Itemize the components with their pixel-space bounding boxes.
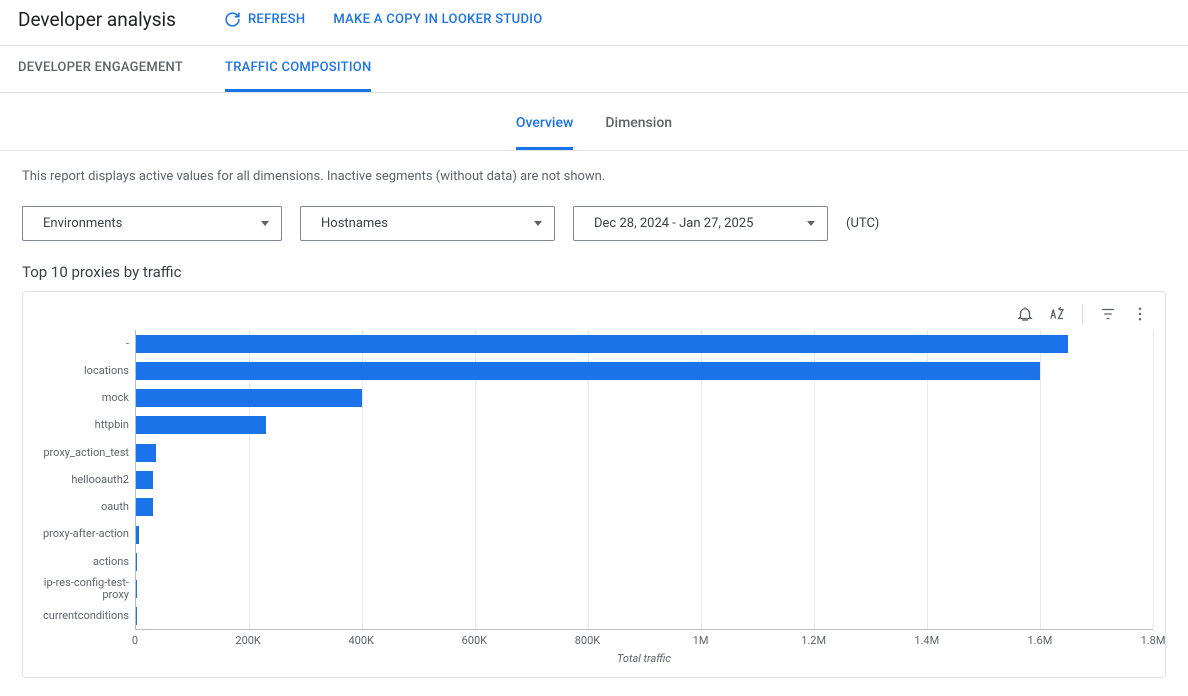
x-tick-label: 200K	[235, 634, 260, 647]
daterange-label: Dec 28, 2024 - Jan 27, 2025	[594, 216, 753, 231]
tab-overview[interactable]: Overview	[516, 93, 573, 150]
y-tick-label: ip-res-config-test-proxy	[35, 575, 135, 602]
y-tick-label: -	[35, 330, 135, 357]
bar	[136, 335, 1068, 353]
x-axis: 0200K400K600K800K1M1.2M1.4M1.6M1.8M	[135, 630, 1153, 648]
gridline	[1040, 330, 1041, 629]
chart-section-title: Top 10 proxies by traffic	[22, 263, 1166, 281]
chevron-down-icon	[534, 221, 542, 226]
bar	[136, 416, 266, 434]
bar	[136, 553, 137, 571]
x-axis-title: Total traffic	[135, 652, 1153, 665]
x-tick-label: 800K	[575, 634, 600, 647]
y-tick-label: locations	[35, 357, 135, 384]
x-tick-label: 600K	[462, 634, 487, 647]
bar	[136, 607, 137, 625]
y-tick-label: hellooauth2	[35, 466, 135, 493]
page-title: Developer analysis	[18, 8, 176, 31]
chart-toolbar	[35, 302, 1153, 330]
y-tick-label: oauth	[35, 494, 135, 521]
bar	[136, 444, 156, 462]
filters-row: Environments Hostnames Dec 28, 2024 - Ja…	[22, 206, 1166, 241]
hostnames-dropdown[interactable]: Hostnames	[300, 206, 555, 241]
bar	[136, 580, 137, 598]
environments-label: Environments	[43, 216, 122, 231]
y-tick-label: httpbin	[35, 412, 135, 439]
bell-icon[interactable]	[1016, 305, 1034, 323]
chevron-down-icon	[261, 221, 269, 226]
x-tick-label: 0	[132, 634, 138, 647]
copy-looker-label: Make a copy in Looker Studio	[333, 12, 542, 27]
refresh-label: Refresh	[248, 12, 305, 27]
sort-az-icon[interactable]	[1048, 305, 1066, 323]
y-axis-labels: -locationsmockhttpbinproxy_action_testhe…	[35, 330, 135, 630]
more-vert-icon[interactable]	[1131, 305, 1149, 323]
tab-developer-engagement[interactable]: Developer Engagement	[18, 46, 183, 92]
environments-dropdown[interactable]: Environments	[22, 206, 282, 241]
tab-dimension[interactable]: Dimension	[605, 93, 672, 150]
x-tick-label: 1.8M	[1141, 634, 1166, 647]
y-tick-label: actions	[35, 548, 135, 575]
x-tick-label: 1M	[693, 634, 709, 647]
y-tick-label: currentconditions	[35, 603, 135, 630]
toolbar-separator	[1082, 304, 1083, 324]
bar	[136, 389, 362, 407]
chart-plot: -locationsmockhttpbinproxy_action_testhe…	[35, 330, 1153, 630]
bar	[136, 471, 153, 489]
copy-looker-button[interactable]: Make a copy in Looker Studio	[333, 12, 542, 27]
chevron-down-icon	[807, 221, 815, 226]
bar	[136, 362, 1040, 380]
content-area: This report displays active values for a…	[0, 151, 1188, 696]
secondary-tabs: Overview Dimension	[0, 93, 1188, 151]
header-actions: Refresh Make a copy in Looker Studio	[224, 11, 543, 28]
gridline	[1153, 330, 1154, 629]
timezone-label: (UTC)	[846, 216, 879, 231]
bar	[136, 526, 139, 544]
y-tick-label: proxy_action_test	[35, 439, 135, 466]
daterange-dropdown[interactable]: Dec 28, 2024 - Jan 27, 2025	[573, 206, 828, 241]
x-tick-label: 1.2M	[801, 634, 826, 647]
filter-icon[interactable]	[1099, 305, 1117, 323]
tab-traffic-composition[interactable]: Traffic Composition	[225, 46, 371, 92]
x-tick-label: 400K	[348, 634, 373, 647]
bar	[136, 498, 153, 516]
hostnames-label: Hostnames	[321, 216, 388, 231]
plot-area	[135, 330, 1153, 630]
refresh-icon	[224, 11, 241, 28]
x-tick-label: 1.6M	[1027, 634, 1052, 647]
primary-tabs: Developer Engagement Traffic Composition	[0, 46, 1188, 93]
refresh-button[interactable]: Refresh	[224, 11, 305, 28]
page-header: Developer analysis Refresh Make a copy i…	[0, 0, 1188, 46]
y-tick-label: mock	[35, 385, 135, 412]
chart-card: -locationsmockhttpbinproxy_action_testhe…	[22, 291, 1166, 678]
info-text: This report displays active values for a…	[22, 169, 1166, 184]
y-tick-label: proxy-after-action	[35, 521, 135, 548]
x-tick-label: 1.4M	[914, 634, 939, 647]
